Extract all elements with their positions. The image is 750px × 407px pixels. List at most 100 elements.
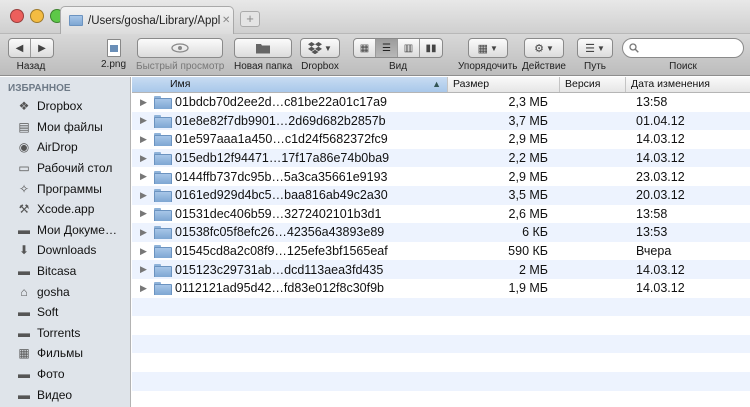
disclosure-triangle-icon[interactable]: ▶	[140, 283, 154, 294]
tab-current-folder[interactable]: /Users/gosha/Library/Applicat ✕	[60, 6, 234, 34]
sidebar-item-video[interactable]: ▬ Видео	[0, 384, 130, 405]
new-folder-icon[interactable]	[234, 38, 293, 58]
sidebar-item-photo[interactable]: ▬ Фото	[0, 364, 130, 385]
disclosure-triangle-icon[interactable]: ▶	[140, 246, 154, 257]
disclosure-triangle-icon[interactable]: ▶	[140, 190, 154, 201]
table-row[interactable]: ▶ 01531dec406b59…3272402101b3d1 2,6 МБ 13:5…	[132, 205, 750, 224]
sidebar-item-documents[interactable]: ▬ Мои Докуме…	[0, 220, 130, 241]
downloads-icon: ⬇	[18, 243, 30, 258]
sidebar-item-movies[interactable]: ▦ Фильмы	[0, 343, 130, 364]
sidebar-item-label: Видео	[37, 387, 73, 402]
search-icon	[629, 43, 639, 53]
file-name: 01e8e82f7db9901…2d69d682b2857b	[175, 113, 386, 128]
minimize-window-button[interactable]	[30, 9, 44, 23]
column-header-name[interactable]: Имя ▲	[132, 77, 448, 92]
file-proxy[interactable]: 2.png	[101, 38, 126, 70]
new-tab-button[interactable]: +	[240, 11, 260, 27]
close-icon[interactable]: ✕	[222, 15, 230, 26]
folder-icon: ▬	[18, 222, 30, 237]
sidebar-item-applications[interactable]: ✧ Программы	[0, 178, 130, 199]
sidebar-item-label: Мои файлы	[37, 119, 103, 134]
close-window-button[interactable]	[10, 9, 24, 23]
empty-row	[132, 297, 750, 317]
action-tool[interactable]: ⚙ ▼ Действие	[522, 38, 566, 72]
disclosure-triangle-icon[interactable]: ▶	[140, 227, 154, 238]
arrange-tool[interactable]: ▦ ▼ Упорядочить	[458, 38, 518, 72]
folder-icon: ▬	[18, 264, 30, 279]
disclosure-triangle-icon[interactable]: ▶	[140, 115, 154, 126]
arrange-label: Упорядочить	[458, 61, 518, 72]
sidebar-item-dropbox[interactable]: ❖ Dropbox	[0, 96, 130, 117]
sidebar-item-label: AirDrop	[37, 140, 78, 155]
sidebar-item-label: Downloads	[37, 243, 97, 258]
file-size: 1,9 МБ	[508, 281, 548, 296]
path-icon[interactable]: ☰ ▼	[577, 38, 613, 58]
table-row[interactable]: ▶ 0112121ad95d42…fd83e012f8c30f9b 1,9 МБ 14…	[132, 279, 750, 298]
sidebar-item-home[interactable]: ⌂ gosha	[0, 281, 130, 302]
eye-icon[interactable]	[137, 38, 224, 58]
gear-icon[interactable]: ⚙ ▼	[523, 38, 564, 58]
sidebar-item-my-files[interactable]: ▤ Мои файлы	[0, 117, 130, 138]
sidebar-item-label: Рабочий стол	[37, 161, 113, 176]
disclosure-triangle-icon[interactable]: ▶	[140, 153, 154, 164]
disclosure-triangle-icon[interactable]: ▶	[140, 208, 154, 219]
coverflow-view-icon[interactable]: ▮▮	[420, 39, 442, 57]
file-name: 01538fc05f8efc26…42356a43893e89	[175, 225, 385, 240]
arrange-icon[interactable]: ▦ ▼	[467, 38, 508, 58]
file-size: 2,6 МБ	[508, 206, 548, 221]
sidebar-item-xcode[interactable]: ⚒ Xcode.app	[0, 199, 130, 220]
finder-window: /Users/gosha/Library/Applicat ✕ + ◀ ▶ На…	[0, 0, 750, 407]
column-header-date[interactable]: Дата изменения	[626, 77, 750, 92]
search-box[interactable]	[622, 38, 744, 58]
title-bar: /Users/gosha/Library/Applicat ✕ +	[0, 0, 750, 34]
table-row[interactable]: ▶ 0144ffb737dc95b…5a3ca35661e9193 2,9 МБ 23…	[132, 167, 750, 186]
files-icon: ▤	[18, 119, 30, 134]
sidebar-item-label: Bitcasa	[37, 264, 77, 279]
icon-view-icon[interactable]: ▦	[354, 39, 376, 57]
back-forward-group: ◀ ▶ Назад	[8, 38, 54, 72]
folder-icon	[154, 263, 172, 277]
path-tool[interactable]: ☰ ▼ Путь	[577, 38, 613, 72]
sidebar-item-torrents[interactable]: ▬ Torrents	[0, 323, 130, 344]
disclosure-triangle-icon[interactable]: ▶	[140, 97, 154, 108]
sidebar-item-bitcasa[interactable]: ▬ Bitcasa	[0, 261, 130, 282]
disclosure-triangle-icon[interactable]: ▶	[140, 134, 154, 145]
sidebar-heading: ИЗБРАННОЕ	[8, 83, 71, 94]
file-size: 2,3 МБ	[508, 95, 548, 110]
dropbox-icon[interactable]: ▼	[300, 38, 340, 58]
search-input[interactable]	[643, 42, 739, 54]
table-row[interactable]: ▶ 015edb12f94471…17f17a86e74b0ba9 2,2 МБ 14…	[132, 148, 750, 168]
sidebar-item-label: Xcode.app	[37, 202, 95, 217]
table-row[interactable]: ▶ 0161ed929d4bc5…baa816ab49c2a30 3,5 МБ 20.…	[132, 185, 750, 205]
list-view-icon[interactable]: ☰	[376, 39, 398, 57]
table-row[interactable]: ▶ 01bdcb70d2ee2d…c81be22a01c17a9 2,3 МБ 13:…	[132, 93, 750, 112]
file-name: 015edb12f94471…17f17a86e74b0ba9	[175, 151, 390, 166]
new-folder-tool[interactable]: Новая папка	[234, 38, 292, 72]
quicklook-tool[interactable]: Быстрый просмотр	[136, 38, 224, 72]
folder-icon	[154, 189, 172, 203]
column-header-size[interactable]: Размер	[448, 77, 560, 92]
table-row[interactable]: ▶ 01545cd8a2c08f9…125efe3bf1565eaf 590 КБ В…	[132, 242, 750, 261]
sidebar-item-downloads[interactable]: ⬇ Downloads	[0, 240, 130, 261]
disclosure-triangle-icon[interactable]: ▶	[140, 264, 154, 275]
file-name: 01e597aaa1a450…c1d24f5682372fc9	[175, 132, 388, 147]
sidebar-item-airdrop[interactable]: ◉ AirDrop	[0, 137, 130, 158]
file-date: 13:58	[636, 95, 668, 110]
sidebar-item-desktop[interactable]: ▭ Рабочий стол	[0, 158, 130, 179]
table-row[interactable]: ▶ 01e597aaa1a450…c1d24f5682372fc9 2,9 МБ 14…	[132, 130, 750, 149]
table-row[interactable]: ▶ 015123c29731ab…dcd113aea3fd435 2 МБ 14.03…	[132, 260, 750, 279]
sort-ascending-icon: ▲	[432, 79, 441, 89]
table-row[interactable]: ▶ 01538fc05f8efc26…42356a43893e89 6 КБ 13:5…	[132, 223, 750, 242]
empty-row	[132, 391, 750, 407]
table-row[interactable]: ▶ 01e8e82f7db9901…2d69d682b2857b 3,7 МБ 01.…	[132, 111, 750, 131]
file-size: 3,7 МБ	[508, 113, 548, 128]
dropbox-tool[interactable]: ▼ Dropbox	[300, 38, 340, 72]
back-arrow-icon[interactable]: ◀	[9, 39, 31, 57]
column-header-version[interactable]: Версия	[560, 77, 626, 92]
disclosure-triangle-icon[interactable]: ▶	[140, 171, 154, 182]
forward-arrow-icon[interactable]: ▶	[31, 39, 53, 57]
dropbox-icon: ❖	[18, 99, 30, 114]
column-view-icon[interactable]: ▥	[398, 39, 420, 57]
sidebar-item-soft[interactable]: ▬ Soft	[0, 302, 130, 323]
sidebar-item-label: Программы	[37, 181, 102, 196]
